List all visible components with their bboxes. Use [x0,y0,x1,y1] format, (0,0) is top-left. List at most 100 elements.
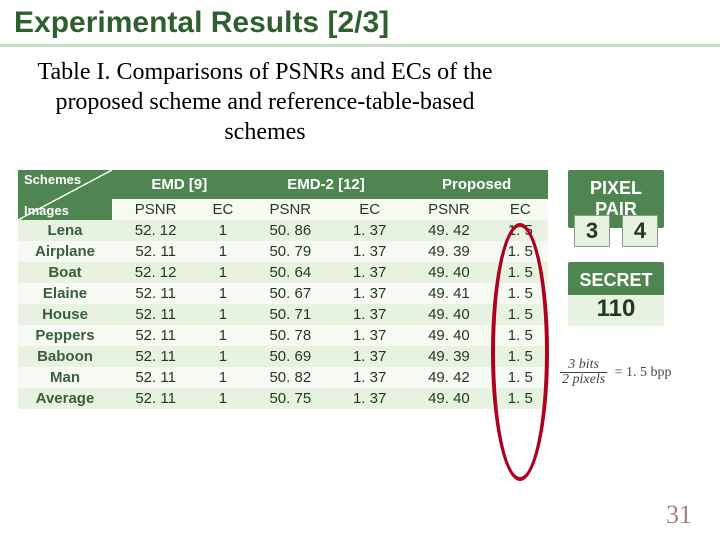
cell-prop-ec: 1. 5 [493,262,548,283]
cell-emd-ec: 1 [199,325,246,346]
cell-prop-psnr: 49. 40 [405,304,492,325]
cell-emd-psnr: 52. 12 [112,220,199,241]
cell-emd-psnr: 52. 11 [112,304,199,325]
cell-emd2-ec: 1. 37 [334,262,405,283]
cell-emd-ec: 1 [199,346,246,367]
cell-emd-ec: 1 [199,304,246,325]
cell-prop-psnr: 49. 39 [405,346,492,367]
cell-emd-ec: 1 [199,262,246,283]
row-image-name: Boat [18,262,112,283]
slide-title: Experimental Results [2/3] [0,0,720,47]
table-header-row: Schemes Images EMD [9] EMD-2 [12] Propos… [18,170,548,199]
cell-prop-ec: 1. 5 [493,283,548,304]
cell-emd-psnr: 52. 11 [112,367,199,388]
cell-prop-ec: 1. 5 [493,325,548,346]
table-row: Lena52. 12150. 861. 3749. 421. 5 [18,220,548,241]
cell-emd-ec: 1 [199,367,246,388]
hdr-proposed: Proposed [405,170,548,199]
table-row: Elaine52. 11150. 671. 3749. 411. 5 [18,283,548,304]
row-image-name: Peppers [18,325,112,346]
cell-emd-ec: 1 [199,283,246,304]
cell-emd2-psnr: 50. 69 [247,346,334,367]
cell-emd2-psnr: 50. 79 [247,241,334,262]
table-wrap: Schemes Images EMD [9] EMD-2 [12] Propos… [18,170,548,409]
row-image-name: Average [18,388,112,409]
cell-prop-ec: 1. 5 [493,241,548,262]
cell-prop-ec: 1. 5 [493,220,548,241]
sub-ec: EC [199,199,246,220]
diagonal-header: Schemes Images [18,170,112,220]
cell-emd-ec: 1 [199,388,246,409]
cell-emd2-ec: 1. 37 [334,367,405,388]
cell-emd2-psnr: 50. 86 [247,220,334,241]
cell-emd-psnr: 52. 11 [112,346,199,367]
cell-prop-ec: 1. 5 [493,304,548,325]
bpp-fraction: 3 bits 2 pixels [560,358,607,387]
cell-emd2-ec: 1. 37 [334,346,405,367]
results-table: Schemes Images EMD [9] EMD-2 [12] Propos… [18,170,548,409]
bpp-equation: 3 bits 2 pixels = 1. 5 bpp [560,358,672,387]
cell-prop-ec: 1. 5 [493,367,548,388]
cell-prop-ec: 1. 5 [493,388,548,409]
pixel-pair-right: 4 [622,215,658,247]
cell-emd2-ec: 1. 37 [334,241,405,262]
cell-emd-psnr: 52. 11 [112,283,199,304]
cell-emd2-psnr: 50. 71 [247,304,334,325]
cell-emd-ec: 1 [199,220,246,241]
table-caption: Table I. Comparisons of PSNRs and ECs of… [30,57,500,147]
page-number: 31 [666,500,692,530]
cell-prop-psnr: 49. 42 [405,367,492,388]
cell-prop-psnr: 49. 41 [405,283,492,304]
label-secret: SECRET [568,262,664,299]
cell-emd2-psnr: 50. 78 [247,325,334,346]
row-image-name: Baboon [18,346,112,367]
row-image-name: Man [18,367,112,388]
cell-emd2-ec: 1. 37 [334,325,405,346]
cell-emd2-ec: 1. 37 [334,388,405,409]
cell-emd2-ec: 1. 37 [334,220,405,241]
table-body: Lena52. 12150. 861. 3749. 421. 5Airplane… [18,220,548,409]
table-row: Airplane52. 11150. 791. 3749. 391. 5 [18,241,548,262]
table-row: Man52. 11150. 821. 3749. 421. 5 [18,367,548,388]
sub-psnr: PSNR [247,199,334,220]
cell-emd-ec: 1 [199,241,246,262]
row-image-name: Airplane [18,241,112,262]
cell-prop-ec: 1. 5 [493,346,548,367]
hdr-emd2: EMD-2 [12] [247,170,406,199]
hdr-emd: EMD [9] [112,170,247,199]
secret-value: 110 [568,295,664,326]
diag-images: Images [24,203,69,218]
cell-prop-psnr: 49. 40 [405,325,492,346]
sub-psnr: PSNR [112,199,199,220]
cell-emd-psnr: 52. 11 [112,388,199,409]
diag-schemes: Schemes [24,172,81,187]
cell-emd2-ec: 1. 37 [334,283,405,304]
sub-ec: EC [334,199,405,220]
cell-emd2-psnr: 50. 67 [247,283,334,304]
cell-prop-psnr: 49. 42 [405,220,492,241]
row-image-name: Elaine [18,283,112,304]
cell-emd2-psnr: 50. 75 [247,388,334,409]
cell-emd-psnr: 52. 12 [112,262,199,283]
content-area: Schemes Images EMD [9] EMD-2 [12] Propos… [18,170,548,409]
table-row: Boat52. 12150. 641. 3749. 401. 5 [18,262,548,283]
pixel-pair-values: 3 4 [568,215,664,247]
cell-emd-psnr: 52. 11 [112,325,199,346]
sub-ec: EC [493,199,548,220]
cell-emd2-psnr: 50. 82 [247,367,334,388]
table-row: Average52. 11150. 751. 3749. 401. 5 [18,388,548,409]
bpp-numerator: 3 bits [560,358,607,373]
pixel-pair-left: 3 [574,215,610,247]
cell-emd2-ec: 1. 37 [334,304,405,325]
table-row: Peppers52. 11150. 781. 3749. 401. 5 [18,325,548,346]
table-row: House52. 11150. 711. 3749. 401. 5 [18,304,548,325]
cell-emd-psnr: 52. 11 [112,241,199,262]
bpp-rhs: = 1. 5 bpp [611,365,672,380]
cell-prop-psnr: 49. 40 [405,388,492,409]
cell-prop-psnr: 49. 40 [405,262,492,283]
row-image-name: House [18,304,112,325]
row-image-name: Lena [18,220,112,241]
cell-prop-psnr: 49. 39 [405,241,492,262]
table-row: Baboon52. 11150. 691. 3749. 391. 5 [18,346,548,367]
cell-emd2-psnr: 50. 64 [247,262,334,283]
